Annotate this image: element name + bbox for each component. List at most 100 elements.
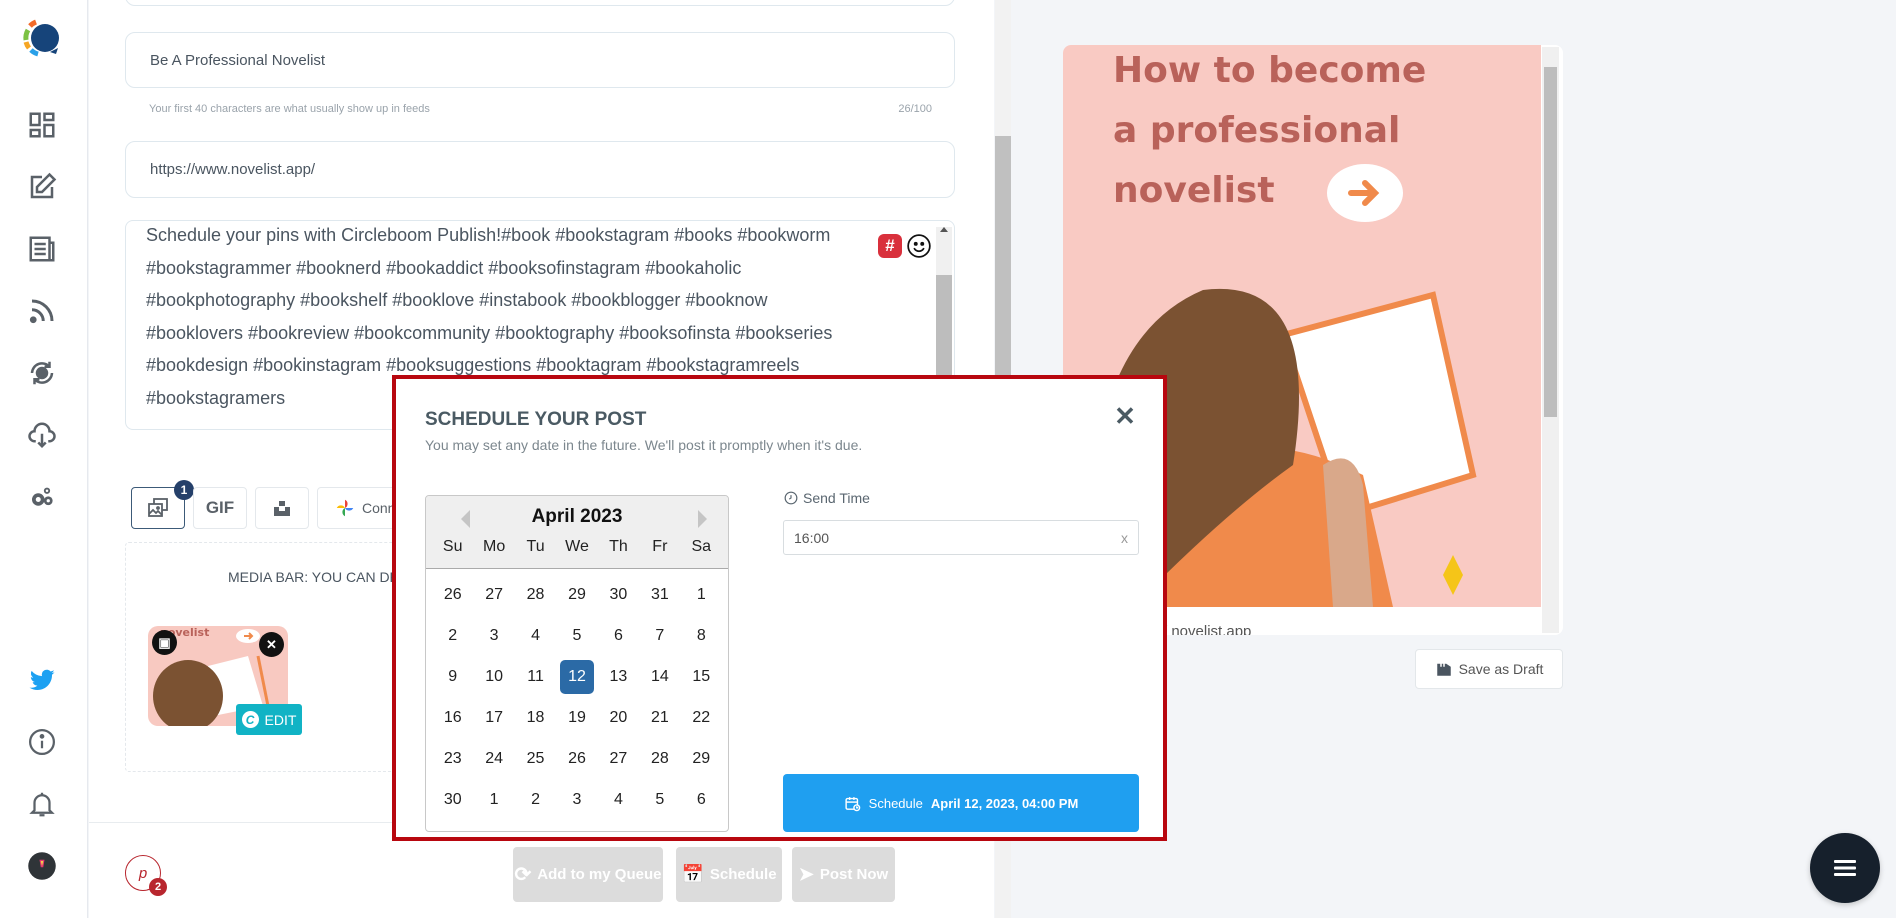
calendar-clock-icon: 📅 [681, 864, 704, 884]
unsplash-button[interactable] [255, 487, 309, 529]
menu-fab-button[interactable] [1810, 833, 1880, 903]
image-upload-button[interactable]: 1 [131, 480, 194, 529]
calendar-day[interactable]: 29 [560, 578, 593, 612]
calendar-day[interactable]: 2 [436, 619, 469, 653]
calendar-day[interactable]: 30 [602, 578, 635, 612]
previous-field[interactable] [125, 0, 955, 6]
close-icon[interactable]: ✕ [1112, 401, 1138, 431]
calendar-day[interactable]: 6 [602, 619, 635, 653]
calendar-day[interactable]: 26 [560, 742, 593, 776]
add-to-queue-button[interactable]: ⟳ Add to my Queue [513, 847, 663, 902]
calendar-day[interactable]: 19 [560, 701, 593, 735]
calendar-day[interactable]: 23 [436, 742, 469, 776]
emoji-icon[interactable] [906, 233, 932, 259]
calendar-day[interactable]: 16 [436, 701, 469, 735]
calendar-day[interactable]: 5 [643, 783, 676, 817]
sidebar-item-profile[interactable] [22, 846, 62, 886]
sidebar-item-dashboard[interactable] [22, 105, 62, 145]
calendar-day[interactable]: 17 [477, 701, 510, 735]
calendar-day[interactable]: 10 [477, 660, 510, 694]
calendar-day[interactable]: 4 [602, 783, 635, 817]
calendar-day[interactable]: 18 [519, 701, 552, 735]
image-count-badge: 1 [174, 480, 194, 500]
calendar-day[interactable]: 20 [602, 701, 635, 735]
send-icon: ➤ [798, 864, 814, 884]
calendar-day[interactable]: 6 [685, 783, 718, 817]
sidebar-item-create-post[interactable] [22, 167, 62, 207]
calendar-day[interactable]: 22 [685, 701, 718, 735]
schedule-footer-button[interactable]: 📅 Schedule [676, 847, 782, 902]
sidebar-item-articles[interactable] [22, 229, 62, 269]
circleboom-logo[interactable] [20, 16, 64, 60]
calendar-day[interactable]: 24 [477, 742, 510, 776]
calendar-day[interactable]: 29 [685, 742, 718, 776]
preview-title: How to become a professional novelist [1113, 45, 1426, 221]
sidebar-item-info[interactable] [22, 722, 62, 762]
info-icon [29, 729, 55, 755]
weekday-label: Su [442, 538, 463, 555]
calendar-day[interactable]: 11 [519, 660, 552, 694]
schedule-confirm-button[interactable]: Schedule April 12, 2023, 04:00 PM [783, 774, 1139, 832]
rss-icon [29, 299, 54, 324]
sidebar-item-queue[interactable] [22, 353, 62, 393]
calendar-day[interactable]: 1 [685, 578, 718, 612]
title-hint: Your first 40 characters are what usuall… [149, 103, 430, 115]
calendar-day[interactable]: 14 [643, 660, 676, 694]
calendar-day[interactable]: 1 [477, 783, 510, 817]
calendar-day[interactable]: 27 [477, 578, 510, 612]
sidebar [0, 0, 88, 918]
calendar-day[interactable]: 26 [436, 578, 469, 612]
preview-scrollbar[interactable] [1542, 47, 1559, 633]
calendar-day[interactable]: 31 [643, 578, 676, 612]
title-input[interactable]: Be A Professional Novelist [125, 32, 955, 88]
date-picker: April 2023 Su Mo Tu We Th Fr Sa 26 27 28 29 30 31 1 2… [425, 495, 729, 832]
remove-image-icon[interactable]: ✕ [259, 632, 284, 657]
calendar-day[interactable]: 3 [477, 619, 510, 653]
link-input[interactable]: https://www.novelist.app/ [125, 141, 955, 198]
calendar-day[interactable]: 3 [560, 783, 593, 817]
unsplash-icon [274, 501, 290, 516]
dashboard-icon [29, 112, 55, 138]
canva-edit-button[interactable]: C EDIT [236, 704, 302, 735]
calendar-day[interactable]: 5 [560, 619, 593, 653]
avatar [28, 852, 56, 880]
sidebar-item-twitter[interactable] [22, 660, 62, 700]
calendar-day[interactable]: 21 [643, 701, 676, 735]
calendar-month: April 2023 [531, 506, 623, 527]
sidebar-item-notifications[interactable] [22, 784, 62, 824]
clear-time-button[interactable]: x [1121, 530, 1128, 546]
media-toolbar: 1 GIF Conne [131, 480, 417, 529]
calendar-day-selected[interactable]: 12 [560, 660, 594, 694]
calendar-day[interactable]: 9 [436, 660, 469, 694]
calendar-day[interactable]: 8 [685, 619, 718, 653]
send-time-label: Send Time [784, 490, 870, 506]
hamburger-icon [1834, 860, 1856, 876]
calendar-day[interactable]: 2 [519, 783, 552, 817]
weekday-label: Sa [691, 538, 712, 555]
calendar-day[interactable]: 27 [602, 742, 635, 776]
time-input[interactable]: 16:00 x [783, 520, 1139, 555]
queue-icon: ⟳ [514, 864, 532, 886]
gif-button[interactable]: GIF [193, 487, 247, 529]
calendar-day[interactable]: 15 [685, 660, 718, 694]
calendar-day[interactable]: 28 [519, 578, 552, 612]
image-settings-icon[interactable]: ▣ [152, 630, 177, 655]
save-as-draft-label: Save as Draft [1458, 661, 1544, 677]
next-month-icon[interactable] [698, 510, 707, 528]
preview-title-line: a professional [1113, 110, 1401, 151]
calendar-day[interactable]: 30 [436, 783, 469, 817]
save-as-draft-button[interactable]: Save as Draft [1415, 649, 1563, 689]
calendar-day[interactable]: 4 [519, 619, 552, 653]
weekday-label: Fr [652, 538, 668, 555]
clock-icon [784, 491, 798, 505]
sidebar-item-cloud[interactable] [22, 415, 62, 455]
hashtag-icon[interactable]: # [878, 234, 902, 258]
calendar-day[interactable]: 13 [602, 660, 635, 694]
sidebar-item-rss[interactable] [22, 291, 62, 331]
calendar-day[interactable]: 28 [643, 742, 676, 776]
post-now-button[interactable]: ➤ Post Now [792, 847, 895, 902]
sidebar-item-settings[interactable] [22, 477, 62, 517]
floppy-icon [1436, 663, 1451, 676]
calendar-day[interactable]: 25 [519, 742, 552, 776]
calendar-day[interactable]: 7 [643, 619, 676, 653]
